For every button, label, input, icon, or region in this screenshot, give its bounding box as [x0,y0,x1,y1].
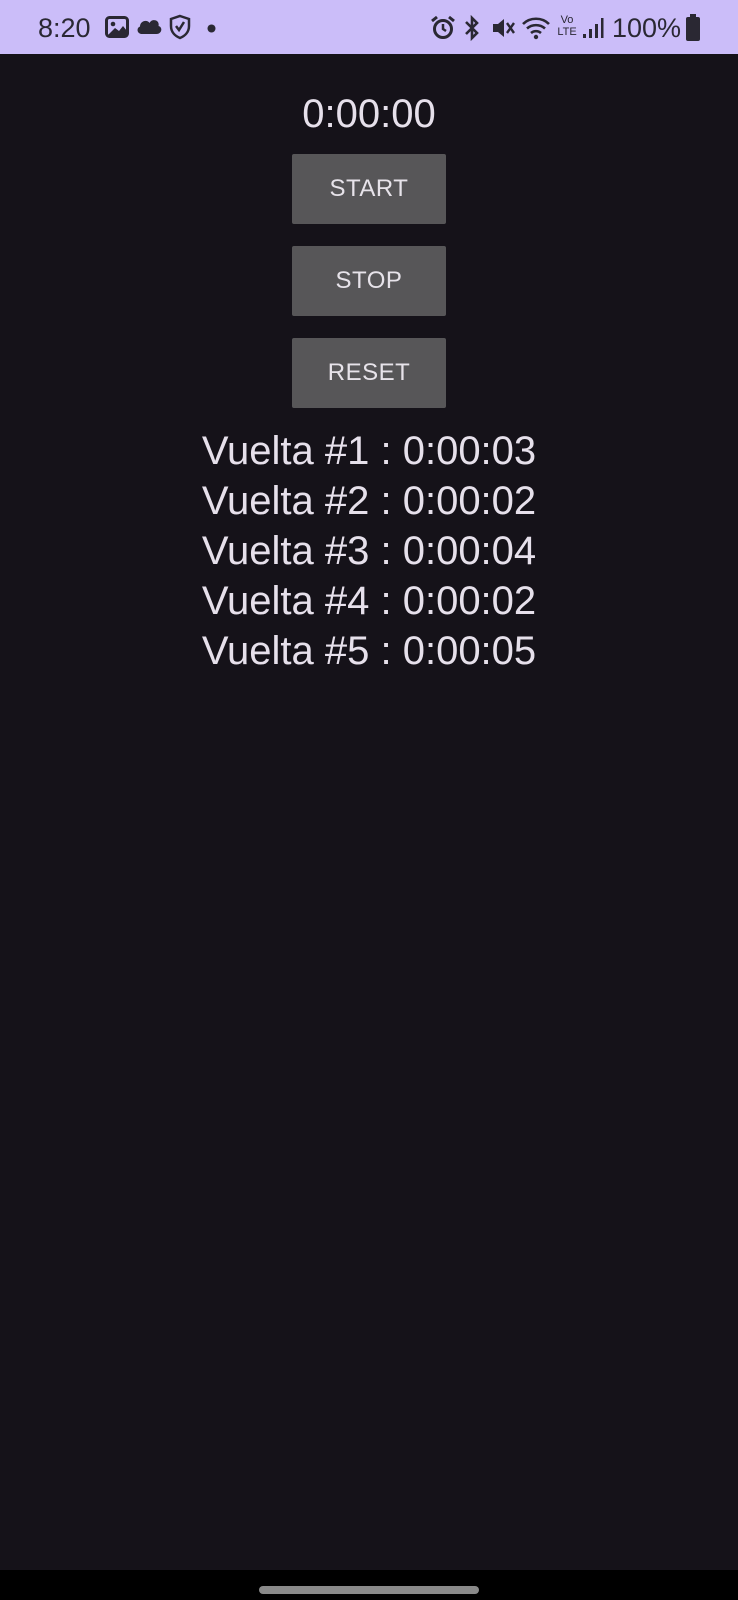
lap-item: Vuelta #2 : 0:00:02 [201,479,537,523]
lap-item: Vuelta #4 : 0:00:02 [201,579,537,623]
status-time: 8:20 [38,13,91,43]
lap-item: Vuelta #1 : 0:00:03 [201,429,537,473]
battery-percent: 100% [612,13,682,43]
home-gesture-handle[interactable] [259,1586,479,1594]
volte-label-top: Vo [560,14,574,26]
volte-label-bottom: LTE [557,26,577,38]
stop-button[interactable]: STOP [292,246,446,316]
stopwatch-screen: 0:00:00 START STOP RESET Vuelta #1 : 0:0… [0,54,738,1570]
lap-item: Vuelta #5 : 0:00:05 [201,629,537,673]
mute-icon [493,19,515,37]
shield-icon [169,14,191,40]
wifi-icon [522,17,550,40]
cloud-icon [137,20,162,34]
alarm-icon [431,15,455,39]
reset-button[interactable]: RESET [292,338,446,408]
lap-item: Vuelta #3 : 0:00:04 [201,529,537,573]
battery-icon [686,14,700,41]
signal-icon [583,18,604,38]
start-button[interactable]: START [292,154,446,224]
status-bar: 8:20 Vo LTE 100% [0,0,738,54]
gallery-icon [105,16,129,38]
navigation-bar [0,1570,738,1600]
lap-list: Vuelta #1 : 0:00:03 Vuelta #2 : 0:00:02 … [0,426,738,676]
bluetooth-icon [465,15,479,41]
volte-icon: Vo LTE [556,14,578,42]
timer-display: 0:00:00 [302,92,436,136]
dot-icon [207,24,216,33]
